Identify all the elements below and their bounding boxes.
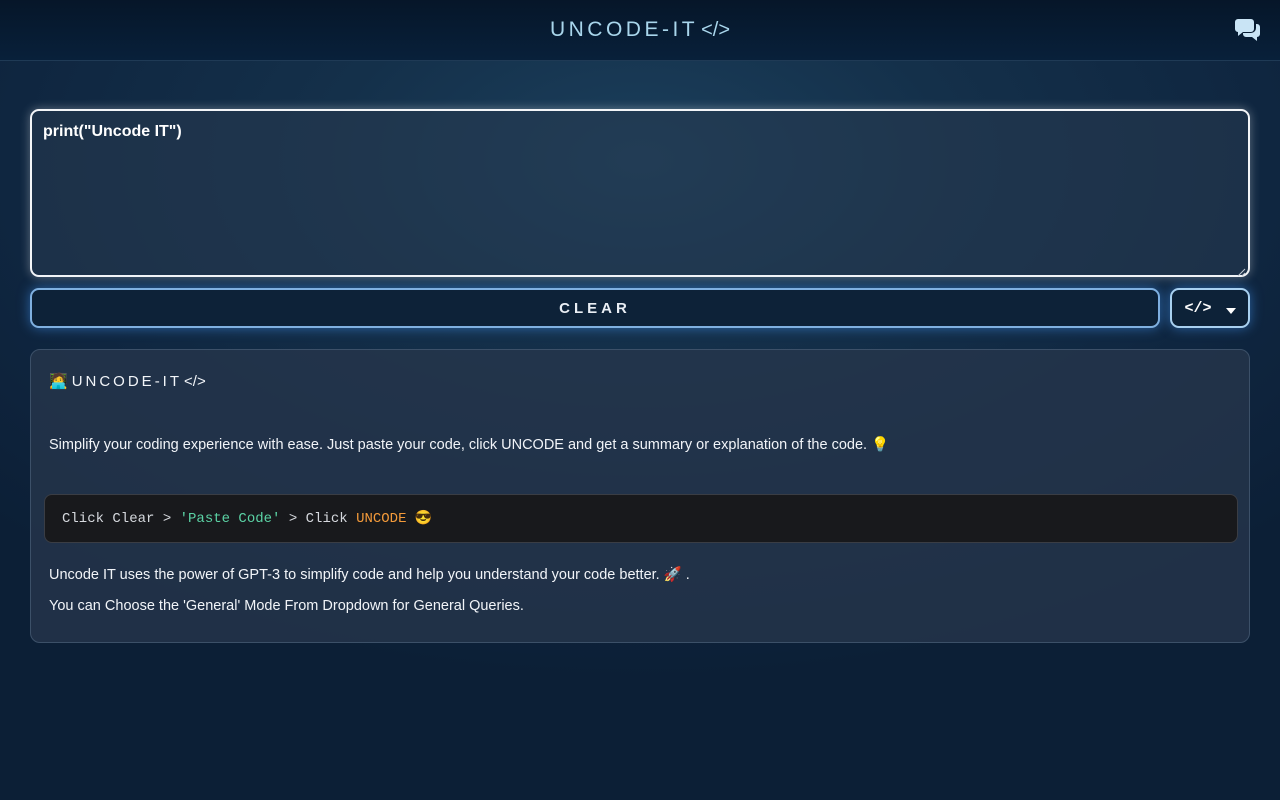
clear-button[interactable]: CLEAR — [30, 288, 1160, 328]
steps-part-3: > Click — [280, 510, 357, 527]
code-input[interactable] — [30, 109, 1250, 277]
resize-handle-icon[interactable] — [1236, 262, 1246, 277]
info-card: 🧑‍💻 UNCODE-IT </> Simplify your coding e… — [30, 349, 1250, 643]
app-title-tag: </> — [701, 18, 731, 41]
chat-bubbles-icon[interactable] — [1234, 17, 1262, 43]
technologist-icon: 🧑‍💻 — [49, 373, 68, 390]
info-gpt-line: Uncode IT uses the power of GPT-3 to sim… — [49, 567, 690, 583]
steps-uncode: UNCODE — [356, 510, 407, 527]
steps-part-5: 😎 — [406, 511, 433, 527]
info-mode-line: You can Choose the 'General' Mode From D… — [49, 598, 524, 614]
steps-code-block: Click Clear > 'Paste Code' > Click UNCOD… — [44, 494, 1238, 543]
steps-paste-code: 'Paste Code' — [179, 510, 281, 527]
code-mode-label: </> — [1184, 299, 1212, 317]
app-title: UNCODE-IT </> — [0, 0, 1280, 60]
steps-part-1: Click Clear > — [62, 510, 180, 527]
app-title-text: UNCODE-IT — [549, 18, 699, 41]
chevron-down-icon — [1225, 299, 1236, 318]
info-card-title-text: UNCODE-IT — [71, 372, 183, 390]
info-card-title-tag: </> — [184, 372, 206, 390]
info-card-title: 🧑‍💻 UNCODE-IT </> — [49, 372, 206, 391]
mode-dropdown[interactable]: </> — [1170, 288, 1250, 328]
info-description: Simplify your coding experience with eas… — [49, 437, 890, 453]
